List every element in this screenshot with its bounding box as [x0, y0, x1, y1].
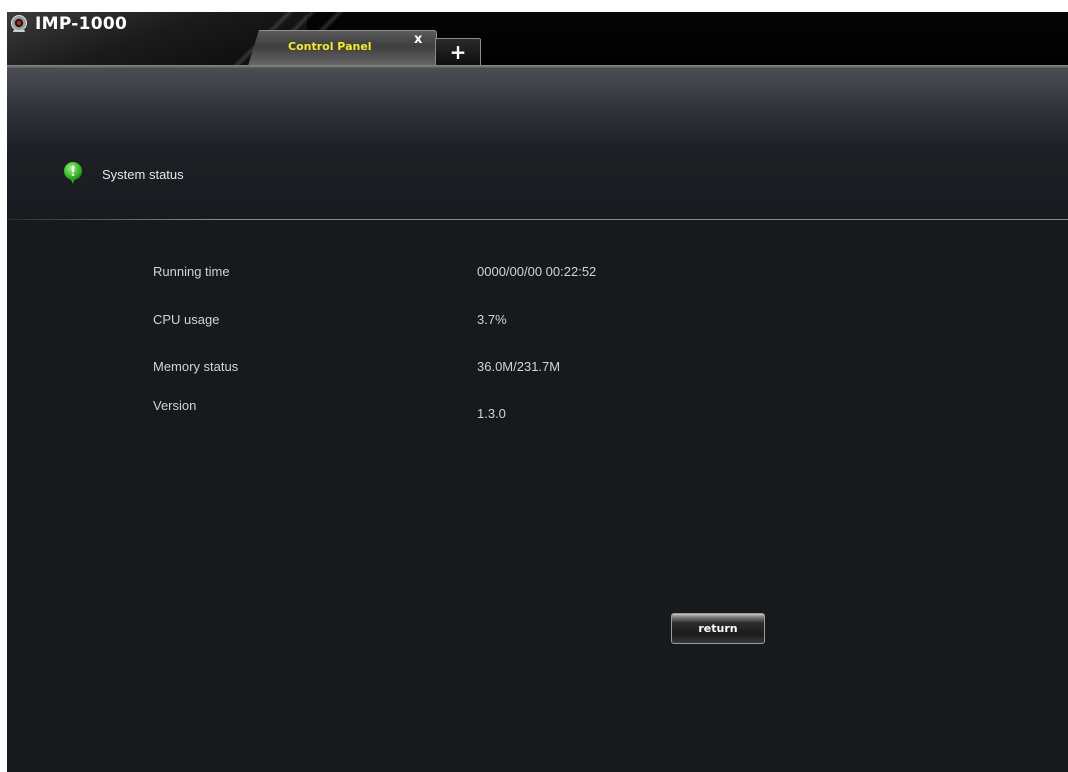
- add-tab-button[interactable]: +: [435, 38, 481, 65]
- section-header: [7, 148, 1068, 220]
- cpu-usage-value: 3.7%: [477, 312, 507, 327]
- running-time-label: Running time: [153, 264, 230, 279]
- toolbar-strip: [7, 68, 1068, 148]
- tab-close-icon[interactable]: x: [414, 32, 422, 47]
- version-label: Version: [153, 398, 197, 413]
- version-value: 1.3.0: [477, 406, 506, 421]
- divider: [7, 219, 1068, 220]
- memory-status-label: Memory status: [153, 359, 239, 374]
- cpu-usage-label: CPU usage: [153, 312, 220, 327]
- camera-icon: [11, 15, 27, 32]
- info-bubble-icon: [64, 162, 82, 184]
- tab-label[interactable]: Control Panel: [288, 40, 372, 53]
- title-bar: IMP-1000 Control Panel x +: [7, 12, 1068, 69]
- app-title: IMP-1000: [35, 14, 128, 34]
- memory-status-value: 36.0M/231.7M: [477, 359, 561, 374]
- return-button[interactable]: return: [671, 613, 765, 644]
- section-title: System status: [102, 167, 184, 182]
- running-time-value: 0000/00/00 00:22:52: [477, 264, 597, 279]
- app-window: IMP-1000 Control Panel x + System status…: [7, 12, 1068, 772]
